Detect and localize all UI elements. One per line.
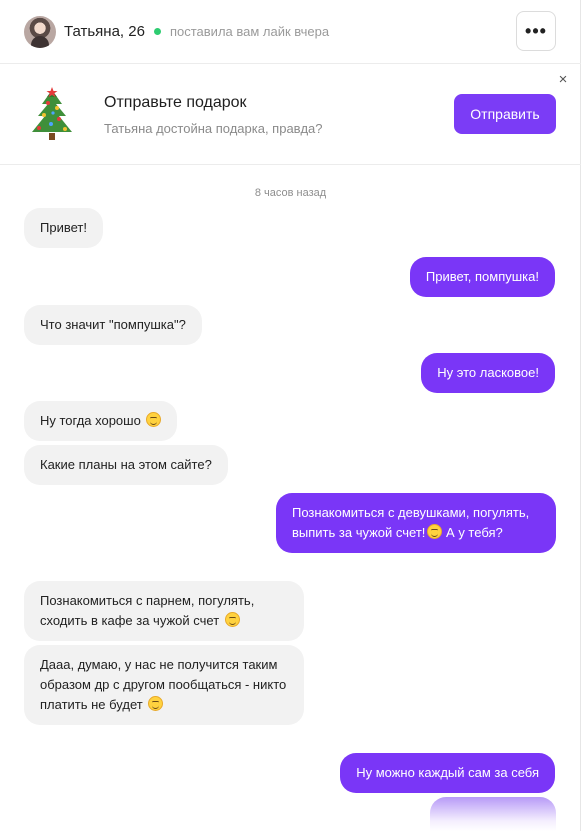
- message-text: Познакомиться с парнем, погулять, сходит…: [40, 593, 255, 628]
- user-name[interactable]: Татьяна, 26: [64, 23, 145, 40]
- message-text: А у тебя?: [446, 525, 503, 540]
- grin-emoji-icon: [224, 612, 240, 627]
- grin-emoji-icon: [148, 696, 164, 711]
- chat-window: Татьяна, 26 поставила вам лайк вчера •••…: [0, 0, 581, 831]
- message-text: Ну это ласковое!: [437, 365, 539, 380]
- message-text: Ну тогда хорошо: [40, 413, 141, 428]
- send-gift-button[interactable]: Отправить: [454, 94, 556, 134]
- christmas-tree-icon: [32, 87, 72, 140]
- message-outgoing: Ну можно каждый сам за себя: [340, 753, 555, 793]
- gift-subtitle: Татьяна достойна подарка, правда?: [104, 121, 323, 136]
- grin-emoji-icon: [427, 524, 443, 539]
- message-text: Что значит "помпушка"?: [40, 317, 186, 332]
- message-incoming: Какие планы на этом сайте?: [24, 445, 228, 485]
- message-text: Дааа, думаю, у нас не получится таким об…: [40, 657, 287, 712]
- message-incoming: Привет!: [24, 208, 103, 248]
- message-incoming: Познакомиться с парнем, погулять, сходит…: [24, 581, 304, 641]
- more-options-button[interactable]: •••: [516, 11, 556, 51]
- online-indicator-icon: [153, 28, 161, 35]
- avatar[interactable]: [24, 15, 56, 48]
- message-text: Какие планы на этом сайте?: [40, 457, 212, 472]
- gift-title: Отправьте подарок: [104, 94, 247, 111]
- message-incoming: Что значит "помпушка"?: [24, 305, 202, 345]
- message-outgoing: Ну это ласковое!: [421, 353, 555, 393]
- message-incoming: Ну тогда хорошо: [24, 401, 178, 441]
- like-status: поставила вам лайк вчера: [169, 24, 330, 39]
- message-text: Привет, помпушка!: [425, 269, 539, 284]
- wink-emoji-icon: [146, 412, 162, 427]
- message-text: Ну можно каждый сам за себя: [356, 765, 539, 780]
- message-outgoing: Привет, помпушка!: [409, 257, 555, 297]
- chat-header: Татьяна, 26 поставила вам лайк вчера •••: [0, 0, 581, 64]
- next-message-partial: [430, 797, 556, 831]
- message-outgoing: Познакомиться с девушками, погулять, вып…: [276, 493, 556, 553]
- message-text: Привет!: [40, 220, 87, 235]
- message-timestamp: 8 часов назад: [254, 187, 327, 199]
- gift-banner: Отправьте подарок Татьяна достойна подар…: [0, 64, 581, 165]
- message-incoming: Дааа, думаю, у нас не получится таким об…: [24, 645, 304, 725]
- close-icon[interactable]: ×: [556, 72, 570, 87]
